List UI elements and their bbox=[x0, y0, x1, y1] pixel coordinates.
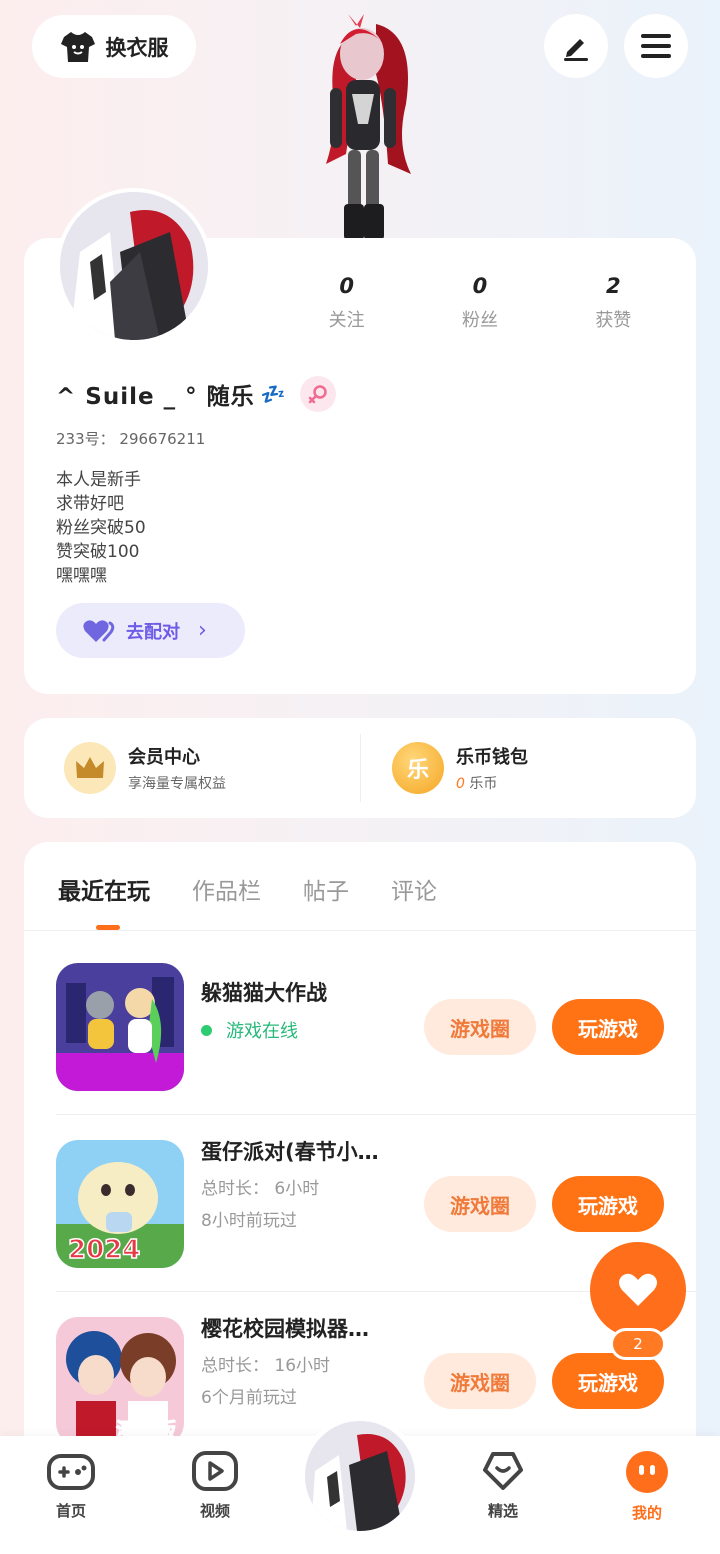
coin-char: 乐 bbox=[406, 758, 429, 783]
nav-avatar-button[interactable] bbox=[300, 1416, 420, 1536]
edit-profile-button[interactable] bbox=[544, 14, 608, 78]
hamburger-icon bbox=[641, 34, 671, 58]
wallet-title: 乐币钱包 bbox=[456, 747, 528, 768]
nav-featured-label: 精选 bbox=[487, 1502, 518, 1520]
followers-label: 粉丝 bbox=[461, 310, 498, 331]
bio-line: 赞突破100 bbox=[56, 542, 140, 562]
gamepad-icon bbox=[47, 1454, 95, 1490]
online-status: 游戏在线 bbox=[201, 1017, 298, 1043]
coin-icon: 乐 bbox=[392, 742, 444, 794]
nav-home[interactable]: 首页 bbox=[26, 1450, 116, 1521]
tab-comments[interactable]: 评论 bbox=[391, 872, 437, 906]
nav-video-label: 视频 bbox=[199, 1502, 230, 1520]
female-gender-icon bbox=[299, 376, 336, 412]
game-title: 蛋仔派对(春节小… bbox=[201, 1140, 379, 1164]
tab-recent-play[interactable]: 最近在玩 bbox=[58, 872, 150, 906]
bio-line: 求带好吧 bbox=[56, 494, 124, 514]
divider bbox=[24, 930, 696, 931]
play-game-button[interactable]: 玩游戏 bbox=[552, 999, 664, 1055]
pencil-icon bbox=[564, 39, 588, 61]
wallet-amount: 0 bbox=[456, 776, 465, 792]
play-game-button[interactable]: 玩游戏 bbox=[552, 1353, 664, 1409]
vip-subtitle: 享海量专属权益 bbox=[128, 776, 226, 792]
vip-title: 会员中心 bbox=[128, 747, 200, 768]
following-count: 0 bbox=[339, 274, 354, 298]
favorite-count-badge: 2 bbox=[610, 1328, 666, 1360]
vip-center[interactable]: 会员中心 享海量专属权益 bbox=[64, 742, 226, 794]
tab-works[interactable]: 作品栏 bbox=[192, 872, 261, 906]
stat-following[interactable]: 0 关注 bbox=[280, 274, 413, 332]
game-circle-button[interactable]: 游戏圈 bbox=[424, 1176, 536, 1232]
nav-video[interactable]: 视频 bbox=[170, 1450, 260, 1521]
avatar[interactable] bbox=[56, 188, 212, 344]
nickname: ^ Suile _ ° 随乐 bbox=[56, 384, 255, 410]
game-title: 樱花校园模拟器… bbox=[201, 1317, 369, 1341]
character-avatar-figure[interactable] bbox=[296, 4, 426, 240]
divider bbox=[56, 1114, 696, 1115]
match-label: 去配对 bbox=[126, 621, 180, 643]
game-title: 躲猫猫大作战 bbox=[201, 981, 327, 1005]
likes-label: 获赞 bbox=[595, 310, 632, 331]
following-label: 关注 bbox=[328, 310, 365, 331]
outfit-button[interactable]: 换衣服 bbox=[32, 15, 196, 78]
game-thumbnail[interactable]: 测试版 bbox=[56, 1317, 184, 1445]
bio: 本人是新手 求带好吧 粉丝突破50 赞突破100 嘿嘿嘿 bbox=[56, 468, 146, 588]
game-circle-button[interactable]: 游戏圈 bbox=[424, 1353, 536, 1409]
last-played: 8小时前玩过 bbox=[201, 1211, 297, 1231]
avatar bbox=[305, 1421, 415, 1531]
play-duration: 总时长： 16小时 bbox=[201, 1356, 331, 1376]
nav-home-label: 首页 bbox=[55, 1502, 86, 1520]
double-heart-icon bbox=[83, 619, 115, 642]
game-circle-button[interactable]: 游戏圈 bbox=[424, 999, 536, 1055]
chevron-right-icon: › bbox=[198, 618, 207, 643]
game-thumbnail[interactable] bbox=[56, 963, 184, 1091]
video-icon bbox=[192, 1451, 238, 1491]
membership-card: 会员中心 享海量专属权益 乐 乐币钱包 0 乐币 bbox=[24, 718, 696, 818]
thumb-text: 2024 bbox=[68, 1235, 140, 1265]
tshirt-icon bbox=[60, 31, 95, 62]
tab-posts[interactable]: 帖子 bbox=[303, 872, 349, 906]
favorite-fab[interactable] bbox=[590, 1242, 686, 1338]
match-button[interactable]: 去配对 › bbox=[56, 603, 245, 658]
online-dot-icon bbox=[201, 1024, 212, 1036]
bio-line: 本人是新手 bbox=[56, 470, 141, 490]
divider bbox=[360, 734, 361, 802]
user-id: 233号： 296676211 bbox=[56, 430, 206, 448]
heart-chat-icon bbox=[483, 1452, 523, 1490]
wallet-unit: 乐币 bbox=[469, 776, 498, 792]
nav-mine-label: 我的 bbox=[631, 1504, 662, 1522]
likes-count: 2 bbox=[606, 274, 621, 298]
crown-icon bbox=[64, 742, 116, 794]
wallet-balance-line: 0 乐币 bbox=[456, 773, 528, 793]
sleep-emoji: 💤 bbox=[260, 382, 286, 406]
play-duration: 总时长： 6小时 bbox=[201, 1179, 320, 1199]
followers-count: 0 bbox=[472, 274, 488, 298]
menu-button[interactable] bbox=[624, 14, 688, 78]
nickname-row: ^ Suile _ ° 随乐 💤 bbox=[56, 376, 336, 412]
content-tabs: 最近在玩 作品栏 帖子 评论 bbox=[58, 872, 437, 906]
bio-line: 粉丝突破50 bbox=[56, 518, 146, 538]
game-row[interactable]: 躲猫猫大作战 游戏在线 游戏圈 玩游戏 bbox=[56, 939, 696, 1115]
play-game-button[interactable]: 玩游戏 bbox=[552, 1176, 664, 1232]
nav-mine[interactable]: 我的 bbox=[602, 1450, 692, 1523]
coin-wallet[interactable]: 乐 乐币钱包 0 乐币 bbox=[392, 742, 528, 794]
last-played: 6个月前玩过 bbox=[201, 1388, 297, 1408]
heart-icon bbox=[619, 1273, 657, 1306]
nav-featured[interactable]: 精选 bbox=[458, 1450, 548, 1521]
profile-face-icon bbox=[626, 1451, 668, 1493]
game-thumbnail[interactable]: 2024 bbox=[56, 1140, 184, 1268]
stat-followers[interactable]: 0 粉丝 bbox=[413, 274, 546, 332]
stat-likes[interactable]: 2 获赞 bbox=[547, 274, 680, 332]
bio-line: 嘿嘿嘿 bbox=[56, 566, 107, 586]
profile-stats: 0 关注 0 粉丝 2 获赞 bbox=[280, 274, 680, 332]
outfit-label: 换衣服 bbox=[105, 35, 169, 60]
online-status-text: 游戏在线 bbox=[226, 1021, 298, 1042]
